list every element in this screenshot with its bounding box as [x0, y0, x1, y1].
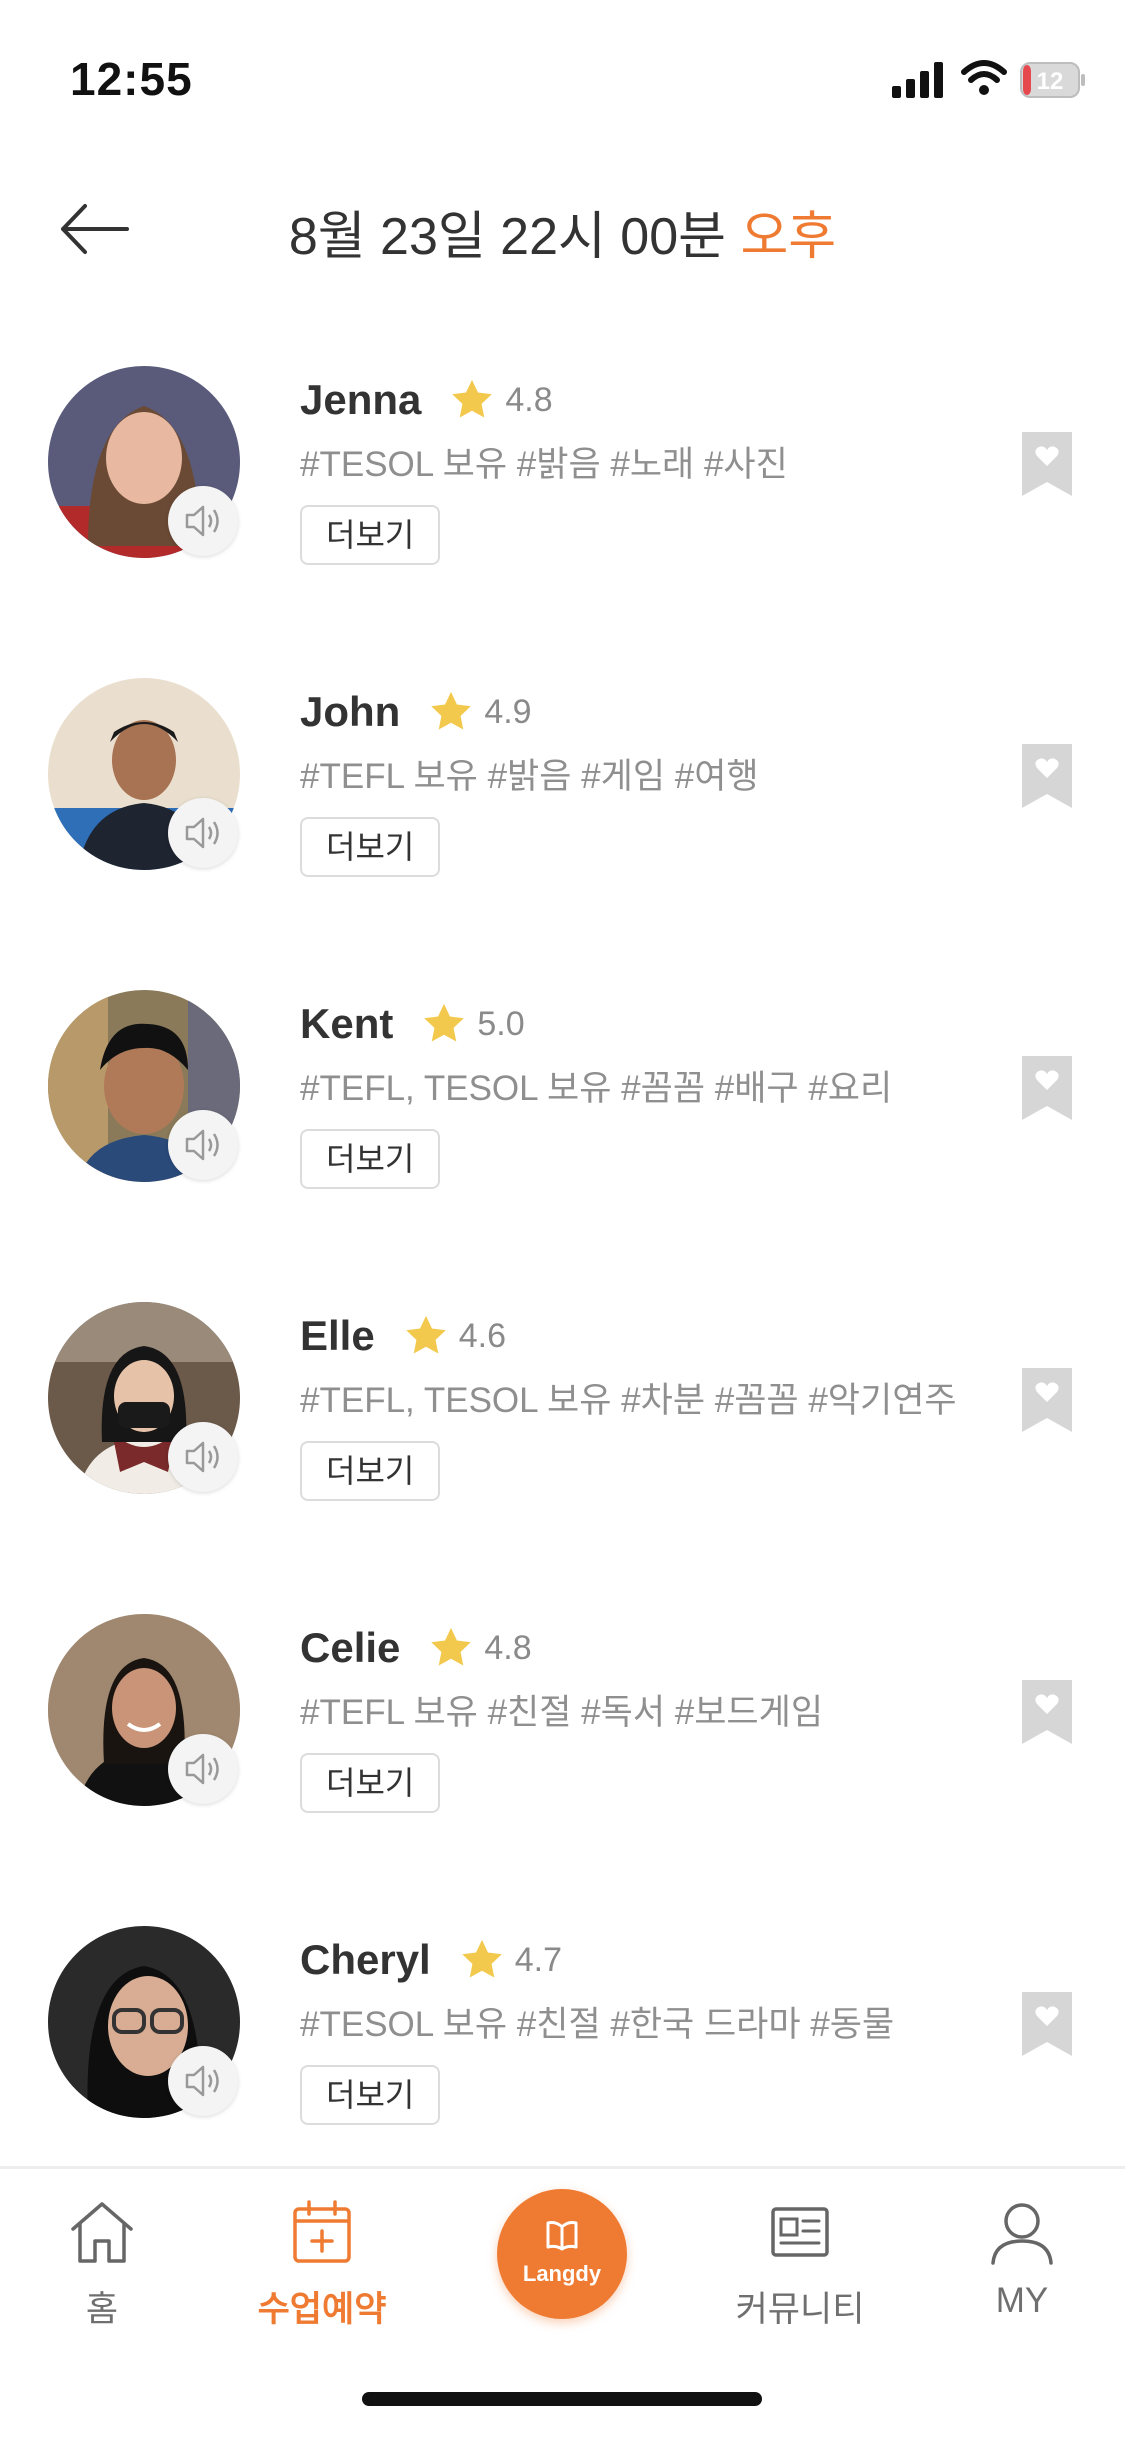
- tutor-rating: 4.6: [458, 1316, 506, 1355]
- speaker-icon: [185, 817, 219, 849]
- nav-my[interactable]: MY: [932, 2199, 1112, 2321]
- nav-home-label: 홈: [85, 2290, 119, 2329]
- langdy-center-button[interactable]: Langdy: [497, 2189, 627, 2319]
- star-icon: [431, 691, 472, 730]
- more-button[interactable]: 더보기: [300, 817, 441, 877]
- home-icon: [71, 2202, 133, 2263]
- tutor-rating: 4.8: [484, 1628, 532, 1667]
- calendar-plus-icon: [293, 2200, 351, 2263]
- tutor-name: Jenna: [300, 376, 422, 423]
- tutor-tags: #TEFL, TESOL 보유 #차분 #꼼꼼 #악기연주: [300, 1381, 957, 1420]
- user-icon: [991, 2203, 1053, 2265]
- tutor-info: Elle 4.6 #TEFL, TESOL 보유 #차분 #꼼꼼 #악기연주 더…: [300, 1306, 980, 1501]
- tutor-info: Jenna 4.8 #TESOL 보유 #밝음 #노래 #사진 더보기: [300, 370, 980, 565]
- tutor-rating: 5.0: [477, 1004, 525, 1043]
- nav-booking[interactable]: 수업예약: [232, 2199, 412, 2332]
- tutor-rating: 4.9: [484, 692, 532, 731]
- bookmark-heart-icon[interactable]: [1022, 1056, 1072, 1120]
- cellular-signal-icon: [892, 62, 943, 98]
- tutor-list: Jenna 4.8 #TESOL 보유 #밝음 #노래 #사진 더보기 John…: [0, 340, 1125, 2212]
- tutor-info: John 4.9 #TEFL 보유 #밝음 #게임 #여행 더보기: [300, 682, 980, 877]
- tutor-tags: #TEFL 보유 #밝음 #게임 #여행: [300, 757, 759, 796]
- nav-booking-label: 수업예약: [257, 2290, 387, 2329]
- tutor-item[interactable]: Kent 5.0 #TEFL, TESOL 보유 #꼼꼼 #배구 #요리 더보기: [0, 964, 1125, 1276]
- star-icon: [431, 1627, 472, 1666]
- bookmark-heart-icon[interactable]: [1022, 432, 1072, 496]
- nav-home[interactable]: 홈: [12, 2199, 192, 2332]
- tutor-tags: #TESOL 보유 #밝음 #노래 #사진: [300, 445, 788, 484]
- star-icon: [461, 1939, 502, 1978]
- voice-sample-button[interactable]: [168, 1110, 238, 1180]
- battery-icon: 12: [1020, 62, 1085, 98]
- newspaper-icon: [771, 2207, 829, 2257]
- tutor-item[interactable]: Celie 4.8 #TEFL 보유 #친절 #독서 #보드게임 더보기: [0, 1588, 1125, 1900]
- tutor-rating: 4.8: [505, 380, 553, 419]
- tutor-rating: 4.7: [514, 1940, 562, 1979]
- book-icon: [546, 2221, 578, 2251]
- status-bar: 12:55 12: [0, 0, 1125, 160]
- battery-level: 12: [1037, 68, 1064, 95]
- langdy-label: Langdy: [522, 2261, 602, 2286]
- more-button[interactable]: 더보기: [300, 505, 441, 565]
- voice-sample-button[interactable]: [168, 486, 238, 556]
- nav-community[interactable]: 커뮤니티: [710, 2199, 890, 2332]
- bookmark-heart-icon[interactable]: [1022, 1992, 1072, 2056]
- voice-sample-button[interactable]: [168, 798, 238, 868]
- home-indicator: [362, 2392, 762, 2406]
- ampm-text: 오후: [740, 208, 837, 266]
- header: 8월 23일 22시 00분 오후: [0, 180, 1125, 280]
- wifi-icon: [961, 60, 1007, 95]
- tutor-tags: #TESOL 보유 #친절 #한국 드라마 #동물: [300, 2005, 895, 2044]
- more-button[interactable]: 더보기: [300, 2065, 441, 2125]
- tutor-info: Cheryl 4.7 #TESOL 보유 #친절 #한국 드라마 #동물 더보기: [300, 1930, 980, 2125]
- nav-community-label: 커뮤니티: [735, 2290, 865, 2329]
- tutor-item[interactable]: Jenna 4.8 #TESOL 보유 #밝음 #노래 #사진 더보기: [0, 340, 1125, 652]
- tutor-name: Elle: [300, 1312, 375, 1359]
- tutor-name: John: [300, 688, 401, 735]
- tutor-item[interactable]: John 4.9 #TEFL 보유 #밝음 #게임 #여행 더보기: [0, 652, 1125, 964]
- speaker-icon: [185, 505, 219, 537]
- date-time-text: 8월 23일 22시 00분: [288, 208, 726, 266]
- speaker-icon: [185, 1441, 219, 1473]
- tutor-item[interactable]: Elle 4.6 #TEFL, TESOL 보유 #차분 #꼼꼼 #악기연주 더…: [0, 1276, 1125, 1588]
- bookmark-heart-icon[interactable]: [1022, 1680, 1072, 1744]
- tutor-info: Celie 4.8 #TEFL 보유 #친절 #독서 #보드게임 더보기: [300, 1618, 980, 1813]
- tutor-name: Celie: [300, 1624, 401, 1671]
- tutor-name: Kent: [300, 1000, 394, 1047]
- status-time: 12:55: [70, 53, 193, 105]
- speaker-icon: [185, 2065, 219, 2097]
- speaker-icon: [185, 1753, 219, 1785]
- tutor-info: Kent 5.0 #TEFL, TESOL 보유 #꼼꼼 #배구 #요리 더보기: [300, 994, 980, 1189]
- bookmark-heart-icon[interactable]: [1022, 744, 1072, 808]
- nav-my-label: MY: [995, 2281, 1049, 2320]
- more-button[interactable]: 더보기: [300, 1753, 441, 1813]
- tutor-tags: #TEFL, TESOL 보유 #꼼꼼 #배구 #요리: [300, 1069, 893, 1108]
- star-icon: [452, 379, 493, 418]
- voice-sample-button[interactable]: [168, 2046, 238, 2116]
- voice-sample-button[interactable]: [168, 1734, 238, 1804]
- tutor-tags: #TEFL 보유 #친절 #독서 #보드게임: [300, 1693, 824, 1732]
- more-button[interactable]: 더보기: [300, 1441, 441, 1501]
- bookmark-heart-icon[interactable]: [1022, 1368, 1072, 1432]
- star-icon: [405, 1315, 446, 1354]
- page-title: 8월 23일 22시 00분 오후: [0, 194, 1125, 269]
- voice-sample-button[interactable]: [168, 1422, 238, 1492]
- speaker-icon: [185, 1129, 219, 1161]
- more-button[interactable]: 더보기: [300, 1129, 441, 1189]
- star-icon: [424, 1003, 465, 1042]
- tutor-name: Cheryl: [300, 1936, 431, 1983]
